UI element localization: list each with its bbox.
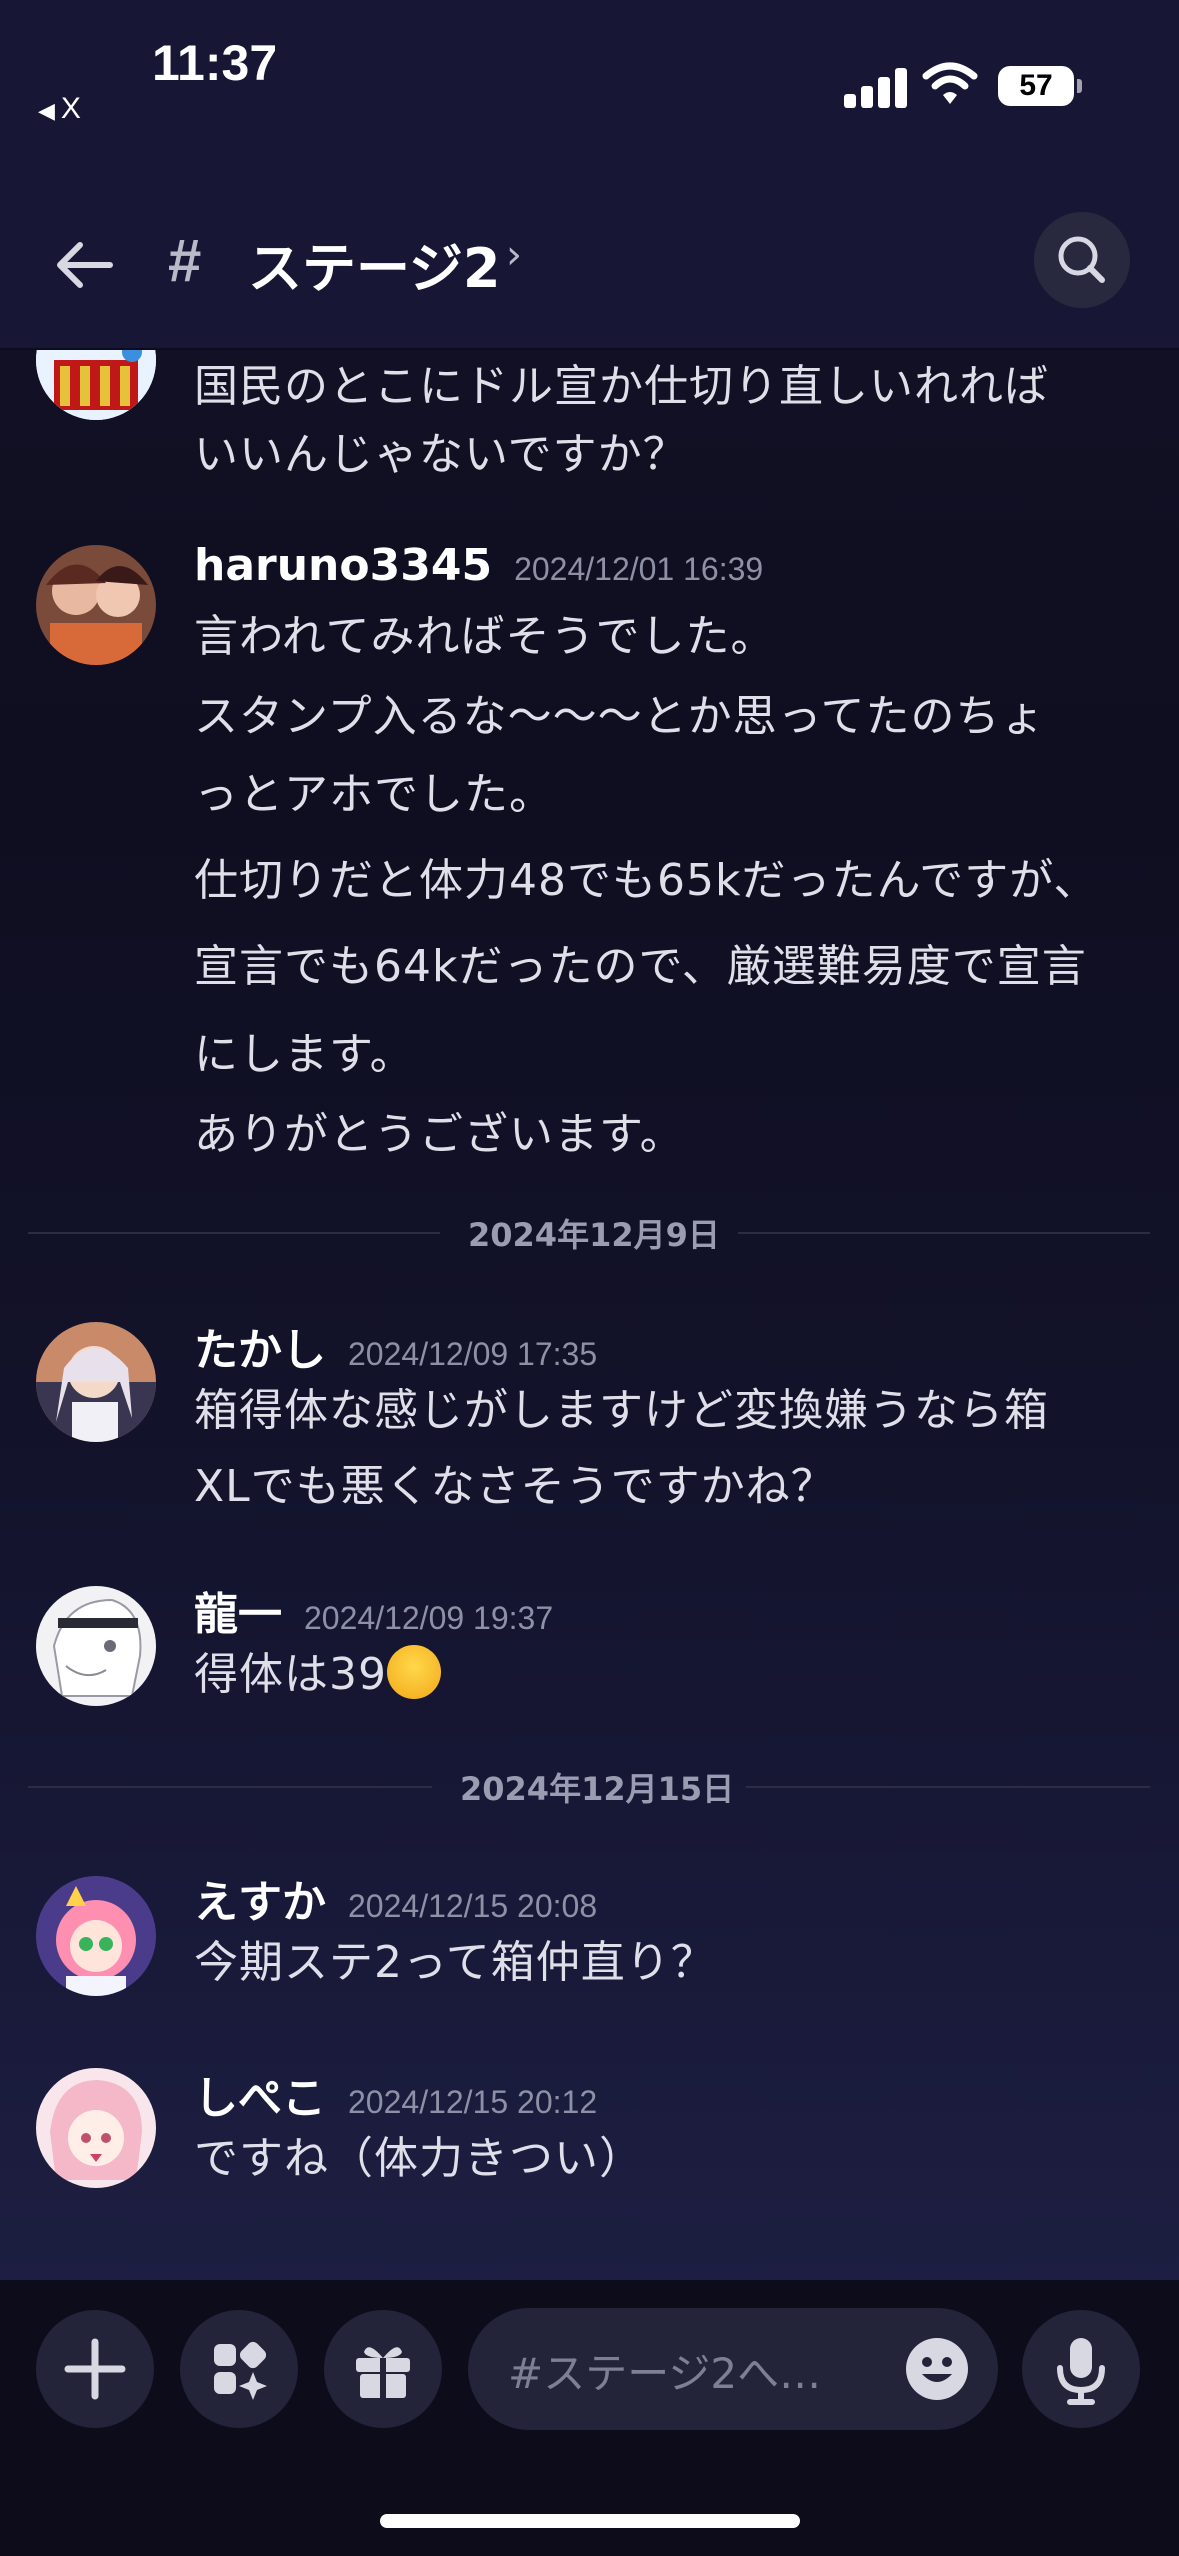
message-text: にします。	[194, 1029, 415, 1080]
author-name[interactable]: haruno3345	[194, 540, 492, 591]
date-divider-line	[28, 1232, 440, 1234]
message-text: っとアホでした。	[194, 769, 554, 820]
message-list[interactable]: 国民のとこにドル宣か仕切り直しいれれば いいんじゃないですか？ haruno33…	[0, 350, 1179, 2280]
gift-button[interactable]	[324, 2310, 442, 2428]
message-text: 国民のとこにドル宣か仕切り直しいれれば	[194, 361, 1049, 412]
message-author[interactable]: たかし 2024/12/09 17:35	[194, 1314, 597, 1378]
message-text: スタンプ入るな〜〜〜とか思ってたのちょ	[194, 691, 1046, 742]
avatar[interactable]	[36, 1586, 156, 1706]
apps-button[interactable]	[180, 2310, 298, 2428]
message-text: 言われてみればそうでした。	[194, 611, 776, 662]
home-indicator[interactable]	[380, 2514, 800, 2528]
avatar[interactable]	[36, 545, 156, 665]
message-author[interactable]: 龍一 2024/12/09 19:37	[194, 1578, 553, 1642]
message-text: ありがとうございます。	[194, 1109, 685, 1160]
message-text: XLでも悪くなさそうですかね？	[194, 1461, 836, 1512]
message-timestamp: 2024/12/15 20:08	[348, 1888, 598, 1924]
avatar[interactable]	[36, 350, 156, 420]
message-timestamp: 2024/12/09 19:37	[304, 1600, 554, 1636]
message-author[interactable]: haruno3345 2024/12/01 16:39	[194, 540, 763, 591]
back-triangle-icon: ◀	[38, 98, 55, 123]
status-bar: 11:37 ◀ X 57	[0, 0, 1179, 180]
message-author[interactable]: えすか 2024/12/15 20:08	[194, 1866, 597, 1930]
author-name[interactable]: 龍一	[194, 1589, 282, 1640]
message-text: 宣言でも64kだったので、厳選難易度で宣言	[194, 941, 1087, 992]
date-divider-line	[738, 1232, 1150, 1234]
microphone-icon	[1057, 2338, 1105, 2405]
search-icon	[1058, 236, 1105, 283]
status-time: 11:37	[152, 35, 278, 91]
smiley-icon[interactable]	[904, 2336, 970, 2402]
author-name[interactable]: たかし	[194, 1325, 326, 1376]
date-divider-line	[746, 1786, 1150, 1788]
sparkle-apps-icon	[214, 2341, 267, 2400]
date-divider-label: 2024年12月15日	[460, 1770, 735, 1808]
date-divider-line	[28, 1786, 432, 1788]
wifi-icon	[922, 62, 978, 104]
hash-icon: #	[168, 227, 202, 294]
battery-indicator: 57	[998, 66, 1082, 106]
message-text: 箱得体な感じがしますけど変換嫌うなら箱	[194, 1385, 1049, 1436]
voice-message-button[interactable]	[1022, 2310, 1140, 2428]
chevron-right-icon[interactable]: ›	[506, 232, 522, 278]
gift-icon	[356, 2347, 410, 2398]
message-timestamp: 2024/12/01 16:39	[514, 551, 764, 587]
message-input[interactable]: #ステージ2へ…	[468, 2308, 998, 2430]
add-attachment-button[interactable]	[36, 2310, 154, 2428]
author-name[interactable]: えすか	[194, 1877, 326, 1928]
signal-icon	[844, 64, 908, 108]
plus-icon	[64, 2338, 126, 2400]
angry-face-emoji-icon	[387, 1645, 441, 1699]
avatar[interactable]	[36, 1876, 156, 1996]
message-timestamp: 2024/12/15 20:12	[348, 2084, 598, 2120]
message-timestamp: 2024/12/09 17:35	[348, 1336, 598, 1372]
message-text-span: 得体は39	[194, 1649, 387, 1700]
message-text: いいんじゃないですか？	[194, 429, 688, 480]
date-divider-label: 2024年12月9日	[468, 1216, 720, 1254]
message-text: 得体は39	[194, 1638, 441, 1702]
avatar[interactable]	[36, 1322, 156, 1442]
arrow-left-icon[interactable]	[50, 230, 120, 300]
back-to-app-link[interactable]: ◀ X	[38, 92, 81, 126]
channel-title[interactable]: ステージ2	[248, 224, 501, 303]
message-author[interactable]: しぺこ 2024/12/15 20:12	[194, 2062, 597, 2126]
message-text: 仕切りだと体力48でも65kだったんですが、	[194, 855, 1099, 906]
channel-header: # ステージ2 ›	[0, 180, 1179, 350]
message-input-placeholder: #ステージ2へ…	[508, 2349, 822, 2398]
avatar[interactable]	[36, 2068, 156, 2188]
back-app-label: X	[60, 92, 81, 125]
search-button[interactable]	[1034, 212, 1130, 308]
message-text: 今期ステ2って箱仲直り？	[194, 1937, 716, 1988]
message-text: ですね（体力きつい）	[194, 2133, 644, 2184]
author-name[interactable]: しぺこ	[194, 2073, 326, 2124]
